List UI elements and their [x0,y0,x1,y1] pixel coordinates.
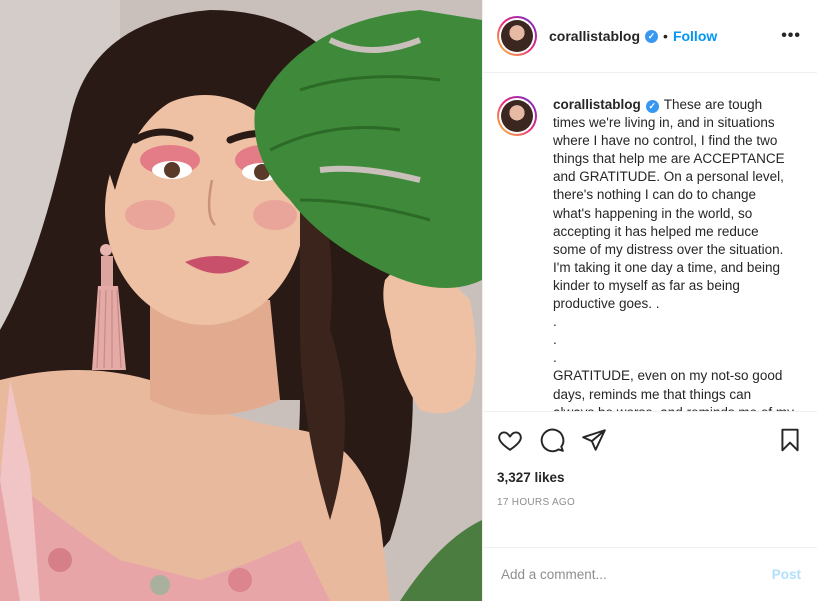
caption-section: corallistablog ✓ These are tough times we'… [483,73,817,411]
caption-avatar-border [499,98,535,134]
post-photo[interactable] [0,0,482,601]
caption-avatar[interactable] [497,96,537,136]
share-icon[interactable] [581,427,607,453]
post-timestamp[interactable]: 17 HOURS AGO [497,497,803,508]
comment-icon[interactable] [539,427,565,453]
username-link[interactable]: corallistablog [549,28,640,44]
caption-verified-badge-icon: ✓ [645,100,659,113]
more-options-icon[interactable]: ••• [781,27,801,45]
follow-button[interactable]: Follow [673,28,717,44]
comment-input[interactable] [499,566,772,583]
avatar-border [499,18,535,54]
action-icons-row [497,420,803,460]
avatar[interactable] [497,16,537,56]
caption-text: corallistablog ✓ These are tough times we'… [553,96,795,411]
caption-avatar-image [501,100,533,132]
heart-icon[interactable] [497,427,523,453]
post-sidebar: corallistablog ✓ • Follow ••• corallista… [482,0,817,601]
post-header: corallistablog ✓ • Follow ••• [483,0,817,73]
bookmark-icon[interactable] [777,427,803,453]
separator-dot: • [663,28,668,44]
action-bar: 3,327 likes 17 HOURS AGO [483,411,817,547]
comment-form: Post [483,547,817,601]
avatar-image [501,20,533,52]
portrait-illustration [0,0,482,601]
instagram-post: corallistablog ✓ • Follow ••• corallista… [0,0,817,601]
post-comment-button[interactable]: Post [772,567,801,582]
caption-body: These are tough times we're living in, a… [553,97,794,411]
caption-username[interactable]: corallistablog [553,97,641,112]
likes-count[interactable]: 3,327 likes [497,470,803,485]
verified-badge-icon: ✓ [645,29,659,43]
